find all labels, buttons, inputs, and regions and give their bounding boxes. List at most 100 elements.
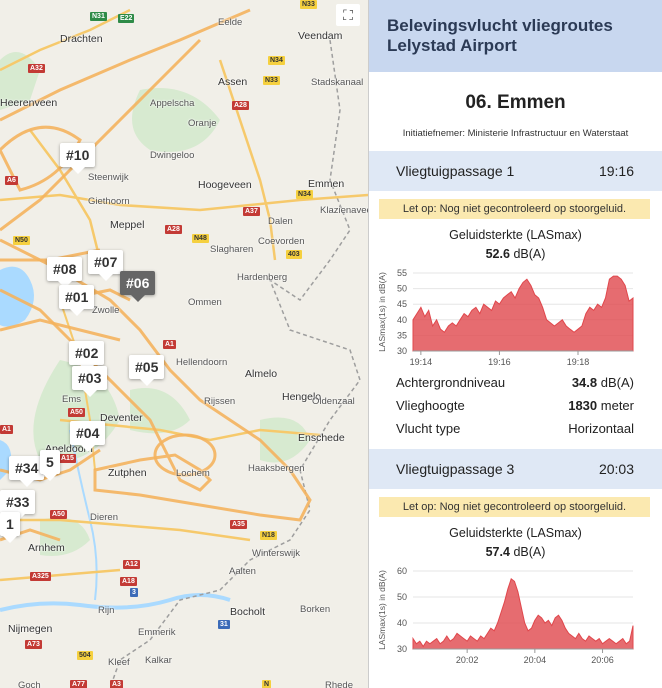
passage-header[interactable]: Vliegtuigpassage 3 20:03 <box>369 449 662 489</box>
sound-chart[interactable]: LASmax(1s) in dB(A) 30 35 40 45 50 55 19:14 19:1… <box>371 261 637 371</box>
map-place-label: Enschede <box>298 432 345 444</box>
graph-value-number: 57.4 <box>485 545 510 559</box>
map-place-label: Veendam <box>298 30 343 42</box>
map-place-label: Steenwijk <box>88 172 129 183</box>
map-place-label: Slagharen <box>210 244 254 255</box>
stat-unit: dB(A) <box>600 375 634 390</box>
road-shield: N50 <box>13 236 30 245</box>
warning-banner: Let op: Nog niet gecontroleerd op stoorg… <box>379 497 650 517</box>
map-place-label: Klazienaveen <box>320 205 368 216</box>
passage-header[interactable]: Vliegtuigpassage 1 19:16 <box>369 151 662 191</box>
map-place-label: Goch <box>18 680 41 688</box>
y-tick-label: 35 <box>397 330 407 340</box>
road-shield: 504 <box>77 651 93 660</box>
location-marker[interactable]: #07 <box>88 250 124 281</box>
map-place-label: Ems <box>62 394 81 405</box>
location-marker[interactable]: #06 <box>120 271 156 302</box>
panel-header: Belevingsvlucht vliegroutes Lelystad Air… <box>369 0 662 72</box>
location-marker[interactable]: 1 <box>0 512 20 543</box>
map[interactable]: Drachten Heerenveen Eelde Veendam Assen Stads… <box>0 0 368 688</box>
y-tick-label: 45 <box>397 299 407 309</box>
location-marker[interactable]: #02 <box>69 341 105 372</box>
x-tick-label: 19:14 <box>410 357 433 367</box>
stat-value-wrap: 34.8 dB(A) <box>572 375 634 390</box>
road-shield: 403 <box>286 250 302 259</box>
y-tick-label: 30 <box>397 644 407 654</box>
y-tick-label: 50 <box>397 592 407 602</box>
stat-label: Vlucht type <box>396 421 461 436</box>
map-place-label: Kalkar <box>145 655 172 666</box>
map-place-label: Hellendoorn <box>176 357 228 368</box>
location-marker[interactable]: #10 <box>60 143 96 174</box>
stat-unit: Horizontaal <box>568 421 634 436</box>
map-place-label: Rijn <box>98 605 115 616</box>
location-marker[interactable]: #33 <box>0 490 36 521</box>
x-tick-label: 20:02 <box>456 655 479 665</box>
stat-value-wrap: 1830 meter <box>568 398 634 413</box>
stat-row: Achtergrondniveau 34.8 dB(A) <box>396 371 634 394</box>
road-shield: A32 <box>28 64 45 73</box>
road-shield: A6 <box>5 176 18 185</box>
map-place-label: Heerenveen <box>0 97 58 109</box>
road-shield: A3 <box>110 680 123 688</box>
fullscreen-icon[interactable]: ⛶ <box>336 4 360 26</box>
location-marker[interactable]: 5 <box>40 450 60 481</box>
map-place-label: Emmen <box>308 178 345 190</box>
road-shield: N33 <box>300 0 317 9</box>
passage-name: Vliegtuigpassage 1 <box>396 163 515 179</box>
road-shield: N34 <box>296 190 313 199</box>
x-tick-label: 20:04 <box>524 655 547 665</box>
series-area <box>412 275 634 352</box>
map-place-label: Oranje <box>188 118 217 129</box>
road-shield: N18 <box>260 531 277 540</box>
series-area <box>412 577 634 650</box>
initiator-text: Initiatiefnemer: Ministerie Infrastructu… <box>402 128 629 139</box>
location-marker[interactable]: #01 <box>59 285 95 316</box>
info-panel[interactable]: Belevingsvlucht vliegroutes Lelystad Air… <box>368 0 662 688</box>
map-place-label: Arnhem <box>28 542 65 554</box>
x-tick-label: 19:18 <box>567 357 590 367</box>
map-place-label: Zutphen <box>108 467 147 479</box>
map-place-label: Rhede <box>325 680 353 688</box>
passage-name: Vliegtuigpassage 3 <box>396 461 515 477</box>
map-place-label: Deventer <box>100 412 143 424</box>
road-shield: A12 <box>123 560 140 569</box>
road-shield: A37 <box>243 207 260 216</box>
road-shield: A1 <box>0 425 13 434</box>
graph-value-unit: dB(A) <box>513 247 546 261</box>
graph-title: Geluidsterkte (LASmax) <box>449 228 582 242</box>
map-place-label: Oldenzaal <box>312 396 355 407</box>
road-shield: 3 <box>130 588 138 597</box>
road-shield: A50 <box>50 510 67 519</box>
y-axis-label: LASmax(1s) in dB(A) <box>377 272 387 352</box>
map-place-label: Borken <box>300 604 331 615</box>
stat-value: 34.8 <box>571 375 598 390</box>
x-tick-label: 20:06 <box>591 655 614 665</box>
y-tick-label: 60 <box>397 566 407 576</box>
road-shield: 31 <box>218 620 230 629</box>
map-place-label: Aalten <box>229 566 256 577</box>
location-marker[interactable]: #05 <box>129 355 165 386</box>
graph-value: 57.4 dB(A) <box>369 545 662 559</box>
location-marker[interactable]: #03 <box>72 366 108 397</box>
map-place-label: Emmerik <box>138 627 176 638</box>
map-place-label: Dwingeloo <box>150 150 195 161</box>
location-marker[interactable]: #04 <box>70 421 106 452</box>
location-marker[interactable]: #08 <box>47 257 83 288</box>
road-shield: A1 <box>163 340 176 349</box>
y-tick-label: 40 <box>397 618 407 628</box>
road-shield: A28 <box>165 225 182 234</box>
y-axis-label: LASmax(1s) in dB(A) <box>377 570 387 650</box>
road-shield: N <box>262 680 272 688</box>
stat-unit: meter <box>600 398 634 413</box>
passage-time: 19:16 <box>598 163 634 179</box>
road-shield: A325 <box>30 572 51 581</box>
passage-stats: Achtergrondniveau 34.8 dB(A) Vlieghoogte… <box>369 371 662 440</box>
road-shield: A73 <box>25 640 42 649</box>
graph-title: Geluidsterkte (LASmax) <box>449 526 582 540</box>
stat-value: 1830 <box>568 398 598 413</box>
map-place-label: Almelo <box>245 368 278 380</box>
graph-value-number: 52.6 <box>485 247 510 261</box>
sound-chart[interactable]: LASmax(1s) in dB(A) 30 40 50 60 20:02 20:04 20:… <box>371 559 637 669</box>
map-place-label: Drachten <box>60 33 103 45</box>
